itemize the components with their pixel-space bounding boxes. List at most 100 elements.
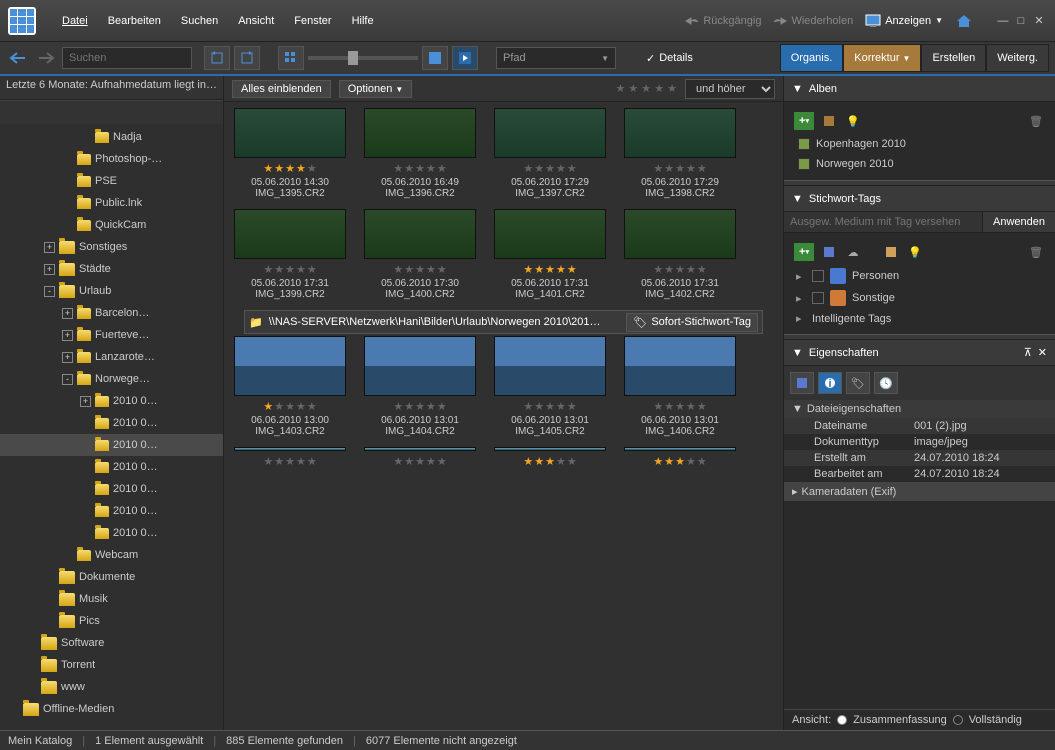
thumbnail[interactable]: ★★★★★05.06.2010 16:49IMG_1396.CR2 [364,108,476,199]
tag-bulb-icon[interactable]: 💡 [906,243,924,261]
tag-item[interactable]: ▸Intelligente Tags [790,309,1049,328]
menu-suchen[interactable]: Suchen [171,11,228,31]
tree-item[interactable]: 2010 0… [0,456,223,478]
thumbnail[interactable]: ★★★★★ [494,447,606,468]
star-rating[interactable]: ★★★★★ [523,263,576,276]
tree-item[interactable]: 2010 0… [0,500,223,522]
star-rating[interactable]: ★★★★★ [263,263,316,276]
tree-item[interactable]: 2010 0… [0,434,223,456]
thumbnail[interactable]: ★★★★★05.06.2010 17:30IMG_1400.CR2 [364,209,476,300]
thumbnail[interactable]: ★★★★★06.06.2010 13:00IMG_1403.CR2 [234,336,346,437]
prop-tab-general[interactable] [790,372,814,394]
details-checkbox[interactable]: ✓Details [646,52,693,65]
thumbnail-grid[interactable]: ★★★★★05.06.2010 14:30IMG_1395.CR2★★★★★05… [224,102,783,730]
rotate-left-button[interactable] [204,46,230,70]
thumb-size-slider[interactable] [308,56,418,60]
tab-korrektur[interactable]: Korrektur▼ [843,44,921,72]
minimize-button[interactable]: — [995,13,1011,29]
thumbnail[interactable]: ★★★★★05.06.2010 17:29IMG_1398.CR2 [624,108,736,199]
maximize-button[interactable]: □ [1013,13,1029,29]
expand-icon[interactable]: + [80,396,91,407]
thumbnail[interactable]: ★★★★★06.06.2010 13:01IMG_1406.CR2 [624,336,736,437]
tab-erstellen[interactable]: Erstellen [921,44,986,72]
album-item[interactable]: Kopenhagen 2010 [790,134,1049,154]
add-album-button[interactable]: +▾ [794,112,814,130]
tag-trash-icon[interactable]: 🗑 [1027,243,1045,261]
thumbnail[interactable]: ★★★★★05.06.2010 17:31IMG_1402.CR2 [624,209,736,300]
slideshow-button[interactable] [452,46,478,70]
tree-item[interactable]: Pics [0,610,223,632]
tree-item[interactable]: 2010 0… [0,522,223,544]
thumbnail[interactable]: ★★★★★ [234,447,346,468]
star-rating[interactable]: ★★★★★ [263,455,316,468]
prop-tab-history[interactable]: 🕓 [874,372,898,394]
tag-input[interactable] [784,212,982,232]
album-item[interactable]: Norwegen 2010 [790,154,1049,174]
filter-stars[interactable]: ★ ★ ★ ★ ★ [615,82,677,95]
star-rating[interactable]: ★★★★★ [393,162,446,175]
redo-button[interactable]: Wiederholen [773,15,853,27]
tree-item[interactable]: Dokumente [0,566,223,588]
tree-item[interactable]: Photoshop-… [0,148,223,170]
menu-ansicht[interactable]: Ansicht [228,11,284,31]
album-trash-icon[interactable]: 🗑 [1027,112,1045,130]
tree-item[interactable]: Offline-Medien [0,698,223,720]
thumbnail[interactable]: ★★★★★06.06.2010 13:01IMG_1404.CR2 [364,336,476,437]
tree-item[interactable]: Webcam [0,544,223,566]
expand-icon[interactable]: - [44,286,55,297]
thumbnail[interactable]: ★★★★★ [364,447,476,468]
prop-group-exif[interactable]: ▸Kameradaten (Exif) [784,482,1055,501]
prop-tab-info[interactable]: i [818,372,842,394]
expand-icon[interactable]: + [62,352,73,363]
properties-header[interactable]: ▼Eigenschaften⊼✕ [784,340,1055,366]
thumbnail[interactable]: ★★★★★05.06.2010 17:31IMG_1401.CR2 [494,209,606,300]
star-rating[interactable]: ★★★★★ [653,162,706,175]
prop-tab-tags[interactable]: 🏷 [846,372,870,394]
tree-item[interactable]: +Sonstiges [0,236,223,258]
tag-cloud-icon[interactable]: ☁ [844,243,862,261]
expand-icon[interactable]: + [44,264,55,275]
star-rating[interactable]: ★★★★★ [653,455,706,468]
home-button[interactable] [955,13,973,29]
tree-item[interactable]: +Fuerteve… [0,324,223,346]
thumb-large-button[interactable] [422,46,448,70]
tree-item[interactable]: 2010 0… [0,478,223,500]
show-all-button[interactable]: Alles einblenden [232,80,331,98]
tag-icon-1[interactable] [820,243,838,261]
nav-back-button[interactable] [6,46,30,70]
star-rating[interactable]: ★★★★★ [393,263,446,276]
expand-icon[interactable]: + [62,330,73,341]
thumb-small-button[interactable] [278,46,304,70]
tree-item[interactable]: PSE [0,170,223,192]
star-rating[interactable]: ★★★★★ [653,400,706,413]
instant-tag-button[interactable]: 🏷Sofort-Stichwort-Tag [626,313,758,332]
tree-item[interactable]: www [0,676,223,698]
tree-item[interactable]: QuickCam [0,214,223,236]
tree-item[interactable]: +Barcelon… [0,302,223,324]
star-rating[interactable]: ★★★★★ [263,400,316,413]
album-bulb-icon[interactable]: 💡 [844,112,862,130]
tree-item[interactable]: +2010 0… [0,390,223,412]
rating-filter-select[interactable]: und höher [685,79,775,99]
path-input[interactable]: Pfad▼ [496,47,616,69]
search-input[interactable] [62,47,192,69]
expand-icon[interactable]: + [44,242,55,253]
thumbnail[interactable]: ★★★★★05.06.2010 17:31IMG_1399.CR2 [234,209,346,300]
menu-hilfe[interactable]: Hilfe [342,11,384,31]
tag-item[interactable]: ▸Personen [790,265,1049,287]
folder-tree[interactable]: NadjaPhotoshop-…PSEPublic.lnkQuickCam+So… [0,124,223,730]
tags-header[interactable]: ▼Stichwort-Tags [784,186,1055,212]
tree-item[interactable]: Nadja [0,126,223,148]
tab-weiterg[interactable]: Weiterg. [986,44,1049,72]
tree-item[interactable]: Musik [0,588,223,610]
tree-item[interactable]: Software [0,632,223,654]
tree-item[interactable]: Public.lnk [0,192,223,214]
menu-datei[interactable]: Datei [52,11,98,31]
radio-summary[interactable] [837,715,847,725]
star-rating[interactable]: ★★★★★ [393,455,446,468]
tag-face-icon[interactable] [882,243,900,261]
albums-header[interactable]: ▼Alben [784,76,1055,102]
menu-fenster[interactable]: Fenster [284,11,341,31]
tree-item[interactable]: Torrent [0,654,223,676]
tree-item[interactable]: 2010 0… [0,412,223,434]
